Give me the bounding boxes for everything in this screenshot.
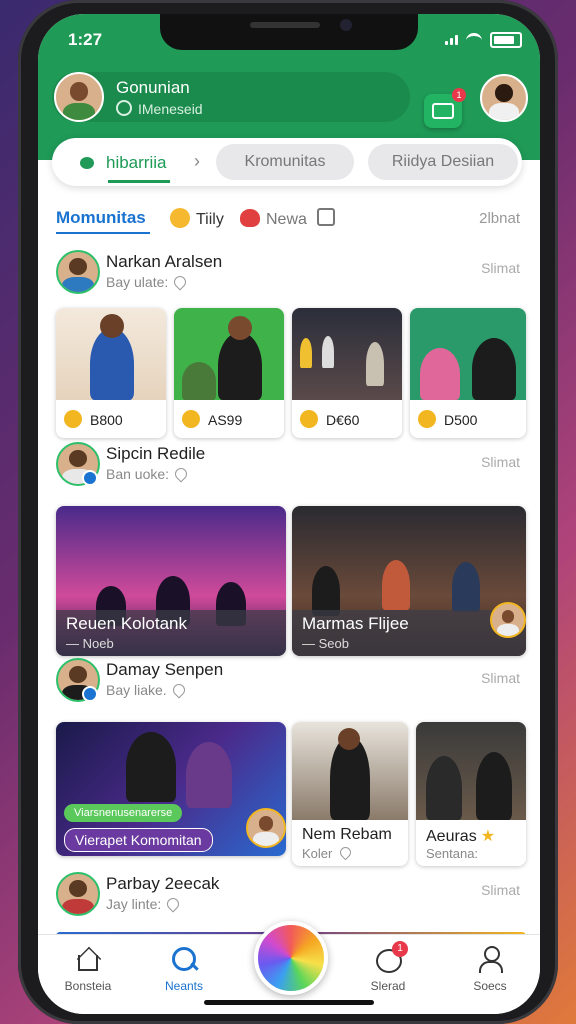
tag-pill[interactable]: Vierapet Komomitan: [64, 828, 213, 852]
section-more[interactable]: Slimat: [481, 454, 520, 470]
product-card[interactable]: AS99: [174, 308, 284, 438]
battery-icon: [490, 32, 522, 48]
heart-outline-icon[interactable]: [170, 681, 188, 699]
chat-bubble-icon: 1: [374, 941, 408, 973]
section-avatar[interactable]: [56, 872, 100, 916]
top-tabs: hibarriia › Kromunitas Riidya Desiian: [52, 138, 522, 186]
speaker-grille: [250, 22, 320, 28]
heart-outline-icon[interactable]: [171, 273, 189, 291]
home-indicator: [204, 1000, 374, 1005]
place-meta: Koler: [302, 844, 354, 861]
coin-icon: [418, 410, 436, 428]
app-screen: 1:27 Gonunian IMeneseid 1 hibarriia › Kr…: [38, 14, 540, 1014]
section-name[interactable]: Sipcin Redile: [106, 444, 205, 464]
signal-icon: [445, 35, 458, 45]
sub-tabs-more[interactable]: 2lbnat: [479, 210, 520, 227]
heart-icon: [240, 209, 260, 227]
sub-tab-tiily[interactable]: Tiily: [170, 208, 224, 229]
heart-outline-icon[interactable]: [164, 895, 182, 913]
notification-badge: 1: [452, 88, 466, 102]
coin-icon: [64, 410, 82, 428]
tab-kromunitas[interactable]: Kromunitas: [216, 144, 354, 180]
section-sipcin: Sipcin Redile Ban uoke: Slimat Reuen Kol…: [38, 442, 540, 662]
section-name[interactable]: Parbay 2eecak: [106, 874, 219, 894]
heart-outline-icon[interactable]: [172, 465, 190, 483]
verified-icon: [82, 470, 98, 486]
section-more[interactable]: Slimat: [481, 670, 520, 686]
nav-messages[interactable]: 1 Slerad: [348, 941, 428, 993]
home-icon: [74, 945, 102, 973]
create-button[interactable]: [254, 921, 328, 995]
tab-hibarriia[interactable]: hibarriia: [80, 153, 166, 173]
profile-subtitle: IMeneseid: [116, 100, 203, 117]
event-title: Reuen Kolotank: [66, 614, 187, 633]
section-name[interactable]: Narkan Aralsen: [106, 252, 222, 272]
nav-home[interactable]: Bonsteia: [48, 945, 128, 993]
bag-icon: [316, 208, 335, 226]
section-subtitle: Ban uoke:: [106, 465, 190, 483]
place-title: Nem Rebam: [302, 826, 392, 843]
card-price: AS99: [208, 412, 243, 428]
messages-badge: 1: [392, 941, 408, 957]
place-title: Aeuras ★: [426, 828, 496, 845]
emoji-face-icon: [170, 208, 190, 228]
search-icon: [170, 945, 199, 973]
event-meta: — Noeb: [66, 636, 114, 651]
status-time: 1:27: [68, 30, 103, 49]
sub-tabs: Momunitas Tiily Newa 2lbnat: [38, 204, 540, 244]
wallet-icon: [432, 103, 454, 119]
verified-icon: [82, 686, 98, 702]
profile-name: Gonunian: [116, 78, 190, 97]
host-avatar[interactable]: [490, 602, 526, 638]
card-price: D€60: [326, 412, 360, 428]
nav-profile[interactable]: Soecs: [450, 945, 530, 993]
star-icon: ★: [480, 828, 496, 845]
event-title: Marmas Flijee: [302, 614, 409, 633]
coin-icon: [182, 410, 200, 428]
status-icons: [445, 32, 522, 48]
event-card[interactable]: Marmas Flijee — Seob: [292, 506, 526, 656]
sub-tab-indicator: [56, 232, 150, 234]
profile-avatar[interactable]: [54, 72, 104, 122]
phone-notch: [160, 14, 418, 50]
place-card[interactable]: Aeuras ★ Sentana:: [416, 722, 526, 866]
event-card[interactable]: Reuen Kolotank — Noeb: [56, 506, 286, 656]
place-meta: Sentana:: [426, 846, 479, 861]
section-subtitle: Jay linte:: [106, 895, 182, 913]
featured-card[interactable]: Viarsnenusenarerse Vierapet Komomitan: [56, 722, 286, 856]
card-price: D500: [444, 412, 478, 428]
section-subtitle: Bay liake.: [106, 681, 188, 699]
front-camera: [340, 19, 352, 31]
section-avatar[interactable]: [56, 250, 100, 294]
card-price: B800: [90, 412, 123, 428]
active-tab-indicator: [108, 180, 170, 183]
section-damay: Damay Senpen Bay liake. Slimat Viarsnenu…: [38, 658, 540, 878]
product-card[interactable]: D€60: [292, 308, 402, 438]
product-card[interactable]: D500: [410, 308, 526, 438]
chat-icon: [80, 157, 94, 169]
heart-outline-icon[interactable]: [338, 844, 354, 861]
tag-pill[interactable]: Viarsnenusenarerse: [64, 804, 183, 822]
search-icon: [116, 100, 132, 116]
person-icon: [476, 945, 504, 973]
nav-search[interactable]: Neants: [144, 945, 224, 993]
place-card[interactable]: Nem Rebam Koler: [292, 722, 408, 866]
section-more[interactable]: Slimat: [481, 260, 520, 276]
chevron-right-icon: ›: [194, 151, 200, 171]
host-avatar[interactable]: [246, 808, 286, 848]
section-name[interactable]: Damay Senpen: [106, 660, 223, 680]
tab-riidya-desiian[interactable]: Riidya Desiian: [368, 144, 518, 180]
profile-pill[interactable]: [52, 72, 410, 122]
sub-tab-momunitas[interactable]: Momunitas: [56, 208, 146, 228]
coin-icon: [300, 410, 318, 428]
wifi-icon: [466, 32, 482, 48]
section-narkan: Narkan Aralsen Bay ulate: Slimat B800 AS…: [38, 248, 540, 444]
sub-tab-newa[interactable]: Newa: [240, 208, 335, 229]
wallet-button[interactable]: 1: [424, 88, 466, 128]
section-more[interactable]: Slimat: [481, 882, 520, 898]
section-subtitle: Bay ulate:: [106, 273, 189, 291]
product-card[interactable]: B800: [56, 308, 166, 438]
user-avatar[interactable]: [480, 74, 528, 122]
event-meta: — Seob: [302, 636, 349, 651]
